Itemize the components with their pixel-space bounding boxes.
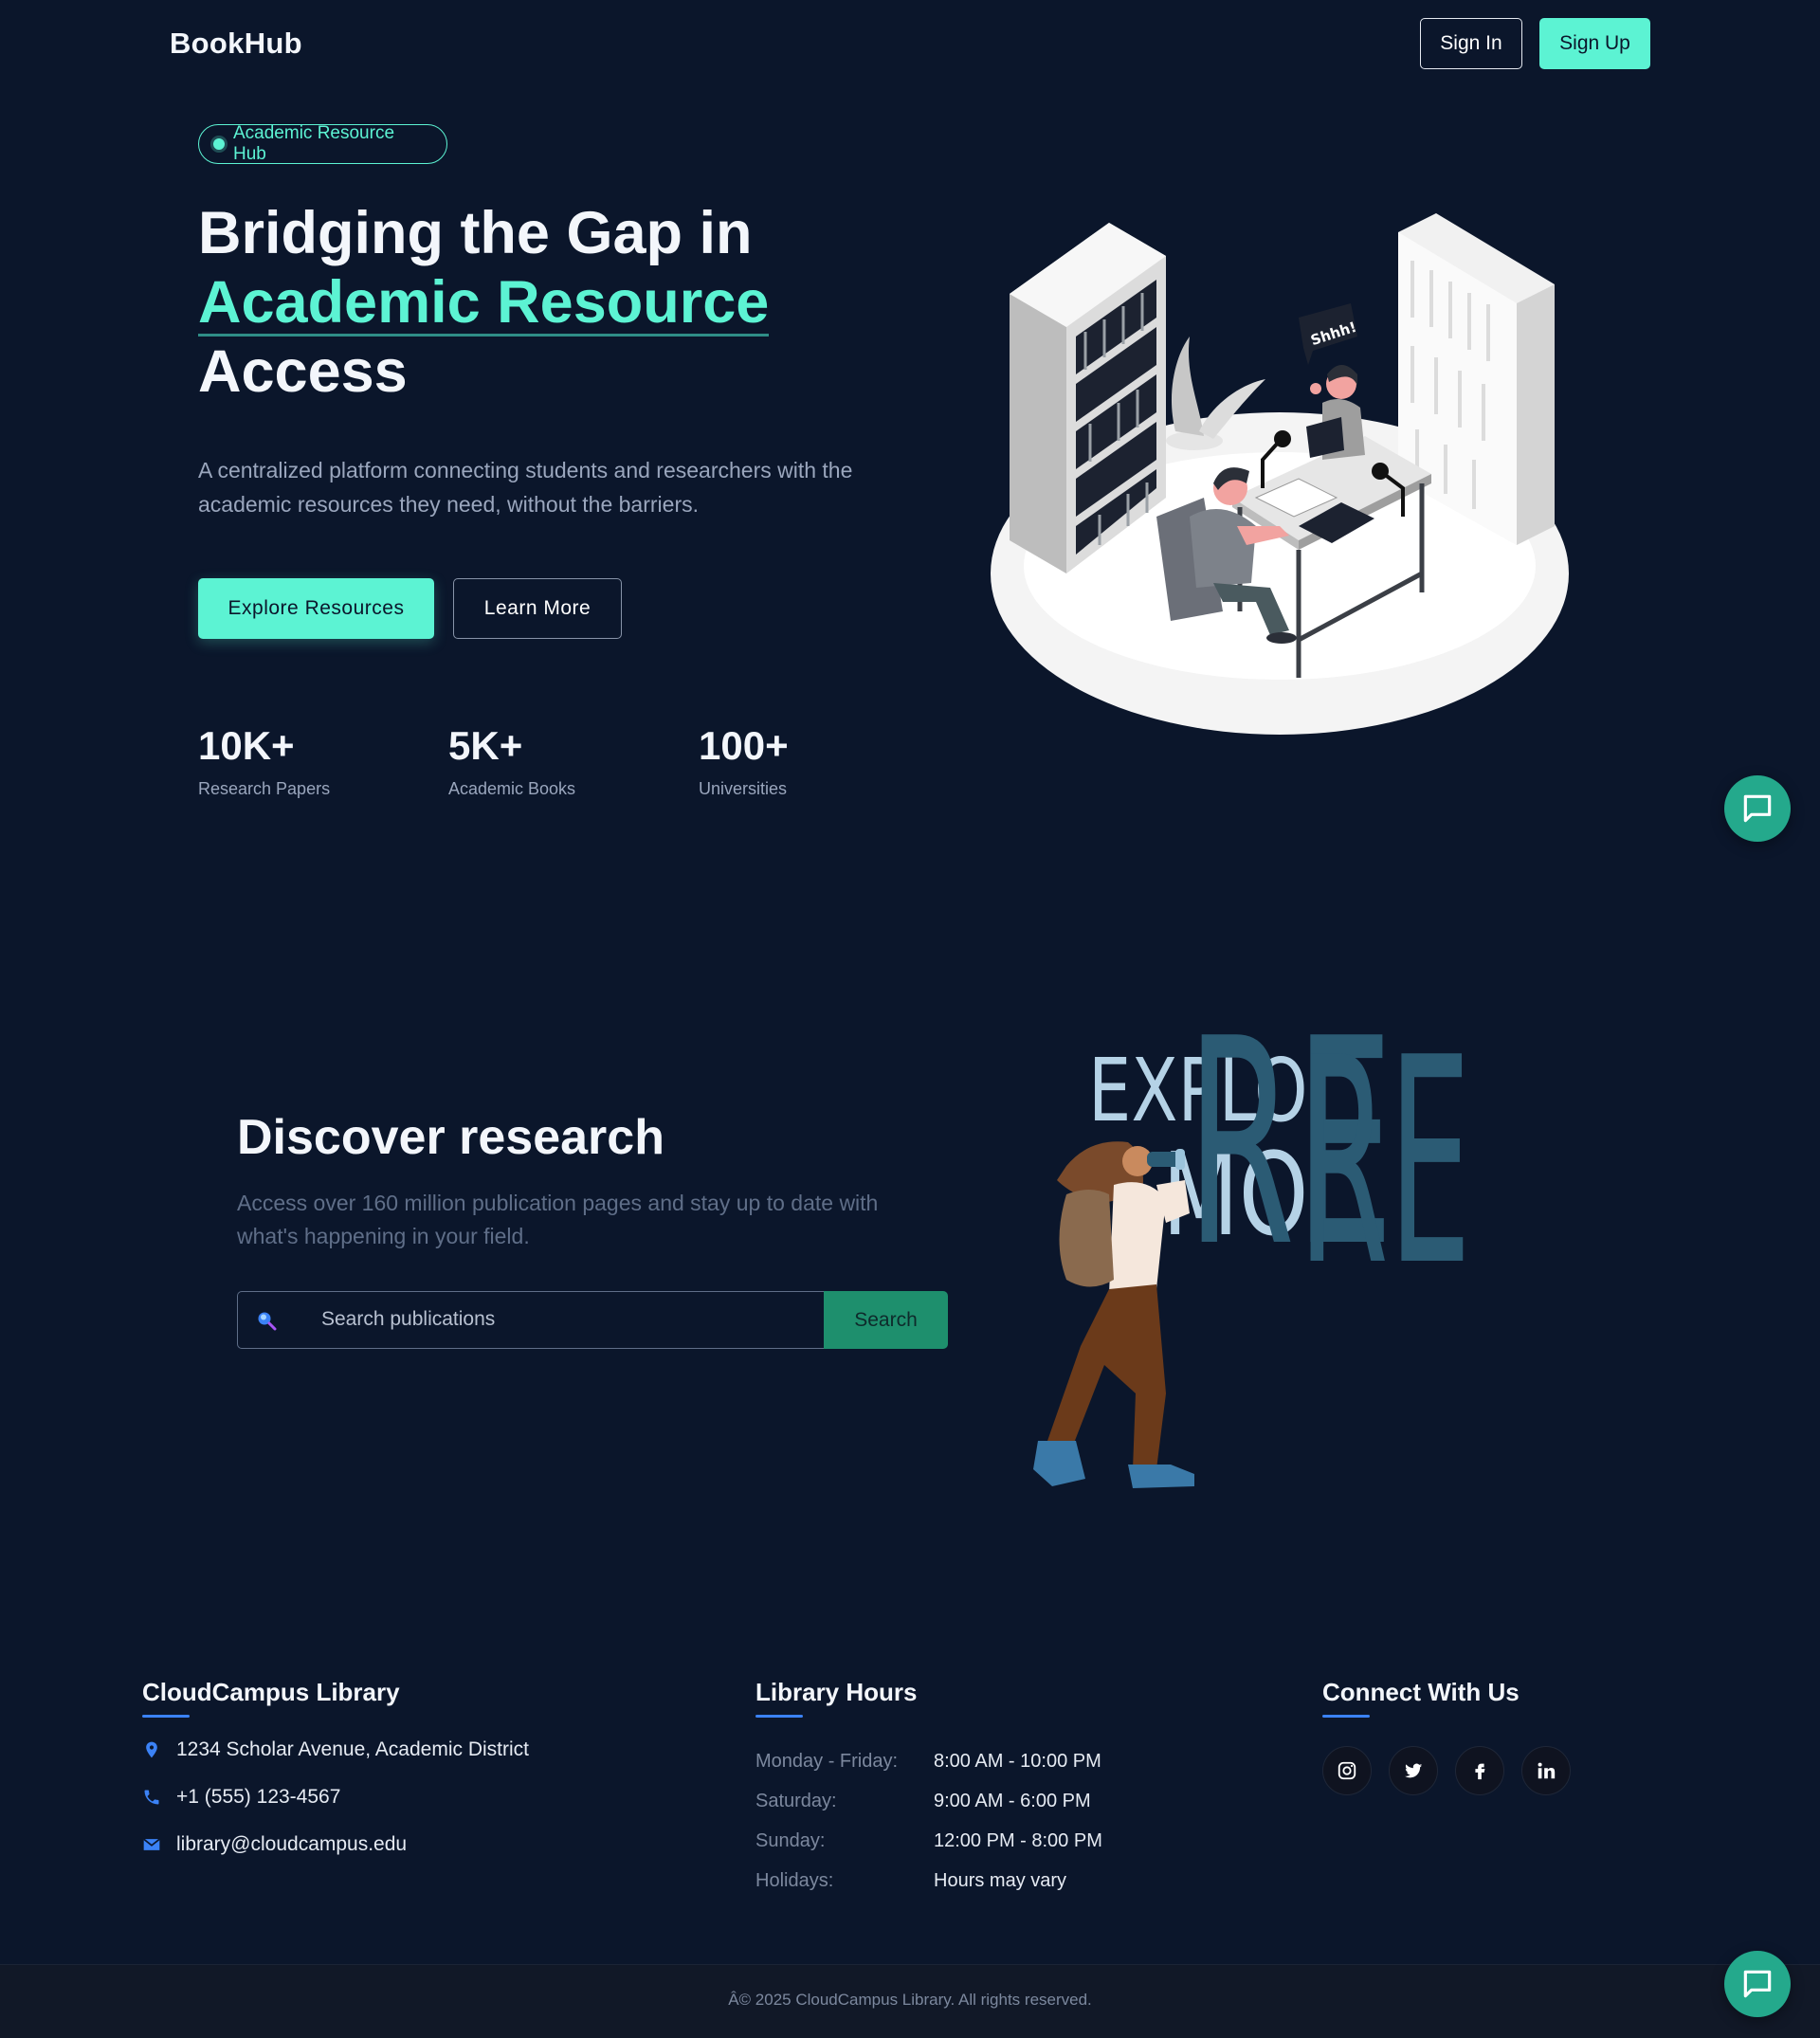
facebook-icon — [1475, 1763, 1485, 1780]
footer-phone[interactable]: +1 (555) 123-4567 — [142, 1786, 340, 1809]
twitter-link[interactable] — [1389, 1746, 1438, 1795]
twitter-icon — [1404, 1763, 1423, 1778]
stat-label: Universities — [699, 779, 788, 798]
stat-value: 10K+ — [198, 723, 295, 768]
facebook-link[interactable] — [1455, 1746, 1504, 1795]
badge-dot-icon — [213, 138, 225, 150]
stat-label: Research Papers — [198, 779, 331, 798]
footer-title-underline — [1322, 1715, 1370, 1718]
hours-day: Saturday: — [755, 1791, 837, 1811]
linkedin-link[interactable] — [1521, 1746, 1571, 1795]
footer-hours-title: Library Hours — [755, 1678, 918, 1706]
phone-icon — [144, 1790, 159, 1805]
sign-in-button[interactable]: Sign In — [1420, 18, 1522, 69]
linkedin-icon — [1538, 1762, 1556, 1779]
library-illustration: Shhh! — [991, 213, 1569, 735]
hero-title: Bridging the Gap in Academic Resource Ac… — [198, 199, 956, 407]
hours-time: 9:00 AM - 6:00 PM — [934, 1791, 1091, 1811]
discover-description: Access over 160 million publication page… — [237, 1191, 879, 1248]
discover-title: Discover research — [237, 1110, 664, 1165]
chat-button[interactable] — [1724, 775, 1791, 842]
map-pin-icon — [146, 1741, 157, 1758]
chat-button[interactable] — [1724, 1951, 1791, 2017]
footer-title-underline — [755, 1715, 803, 1718]
hours-time: 8:00 AM - 10:00 PM — [934, 1751, 1101, 1772]
learn-more-button[interactable]: Learn More — [453, 578, 622, 639]
search-bar — [237, 1291, 825, 1349]
stat-label: Academic Books — [448, 779, 576, 798]
chat-icon — [1743, 794, 1772, 823]
search-icon — [258, 1312, 277, 1331]
footer-email[interactable]: library@cloudcampus.edu — [142, 1833, 407, 1856]
stat-universities: 100+ Universities — [699, 722, 789, 799]
footer-email-text: library@cloudcampus.edu — [176, 1833, 408, 1855]
footer-connect-title: Connect With Us — [1322, 1678, 1520, 1706]
brand-logo[interactable]: BookHub — [170, 27, 302, 61]
footer-title-underline — [142, 1715, 190, 1718]
hero-title-line1: Bridging the Gap in — [198, 200, 753, 266]
stat-academic-books: 5K+ Academic Books — [448, 722, 575, 799]
stat-research-papers: 10K+ Research Papers — [198, 722, 330, 799]
instagram-icon — [1338, 1761, 1356, 1780]
hero-title-line3: Access — [198, 338, 408, 405]
explore-resources-button[interactable]: Explore Resources — [198, 578, 434, 639]
hero-description: A centralized platform connecting studen… — [198, 458, 853, 517]
copyright-text: Â© 2025 CloudCampus Library. All rights … — [728, 1991, 1092, 2009]
stat-value: 5K+ — [448, 723, 523, 768]
instagram-link[interactable] — [1322, 1746, 1372, 1795]
footer-address-text: 1234 Scholar Avenue, Academic District — [176, 1738, 529, 1760]
footer-address: 1234 Scholar Avenue, Academic District — [142, 1738, 529, 1761]
hero-title-accent: Academic Resource — [198, 269, 770, 337]
hero-badge-label: Academic Resource Hub — [233, 123, 395, 164]
hours-time: Hours may vary — [934, 1870, 1067, 1891]
search-button[interactable]: Search — [824, 1291, 948, 1349]
search-input[interactable] — [321, 1292, 814, 1347]
footer-library-title: CloudCampus Library — [142, 1678, 400, 1706]
explore-more-illustration: EXPLO MO RE RE — [1033, 978, 1471, 1488]
envelope-icon — [143, 1838, 160, 1850]
chat-icon — [1743, 1970, 1772, 1998]
hours-day: Sunday: — [755, 1830, 826, 1851]
hours-time: 12:00 PM - 8:00 PM — [934, 1830, 1102, 1851]
hours-day: Monday - Friday: — [755, 1751, 899, 1772]
footer-phone-text: +1 (555) 123-4567 — [176, 1786, 341, 1808]
top-navbar: BookHub Sign In Sign Up — [0, 0, 1820, 87]
stat-value: 100+ — [699, 723, 789, 768]
illustration-word: RE — [1298, 997, 1471, 1328]
hours-day: Holidays: — [755, 1870, 834, 1891]
hero-badge: Academic Resource Hub — [198, 123, 447, 164]
sign-up-button[interactable]: Sign Up — [1539, 18, 1650, 69]
